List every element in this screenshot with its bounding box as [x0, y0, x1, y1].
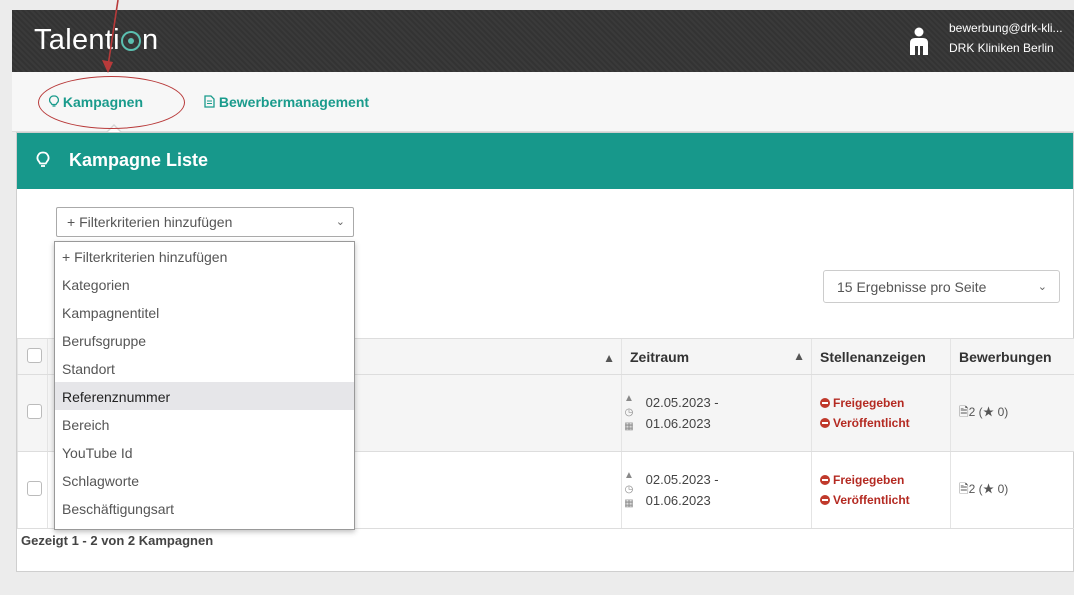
row-checkbox[interactable]: [27, 404, 42, 419]
minus-circle-icon: [820, 475, 830, 485]
filter-criteria-dropdown: + Filterkriterien hinzufügen Kategorien …: [54, 241, 355, 530]
period-cell: ▲ ◷ ▦ 02.05.2023 - 01.06.2023: [621, 374, 812, 452]
row-select-cell: [17, 451, 48, 529]
row-select-cell: [17, 374, 48, 452]
status-released[interactable]: Freigegeben: [820, 470, 950, 490]
period-header-label: Zeitraum: [630, 348, 690, 365]
period-dates: 02.05.2023 - 01.06.2023: [646, 469, 719, 511]
results-per-page-select[interactable]: 15 Ergebnisse pro Seite ⌄: [823, 270, 1060, 303]
status-published[interactable]: Veröffentlicht: [820, 413, 950, 433]
period-icons: ▲ ◷ ▦: [624, 470, 634, 509]
period-cell: ▲ ◷ ▦ 02.05.2023 - 01.06.2023: [621, 451, 812, 529]
applications-cell[interactable]: 🗎2 (★ 0): [950, 451, 1074, 529]
star-count: 0: [997, 404, 1005, 419]
results-per-page-value: 15 Ergebnisse pro Seite: [837, 279, 987, 295]
dropdown-option-highlighted[interactable]: Referenznummer: [55, 382, 354, 410]
application-count: 2: [968, 481, 976, 496]
dropdown-option[interactable]: Schlagworte: [55, 466, 354, 494]
dropdown-option[interactable]: Bereich: [55, 410, 354, 438]
dropdown-option[interactable]: Berufsgruppe: [55, 326, 354, 354]
dropdown-option[interactable]: Kategorien: [55, 270, 354, 298]
dropdown-option[interactable]: Standort: [55, 354, 354, 382]
filter-select-value: + Filterkriterien hinzufügen: [67, 214, 233, 230]
dropdown-option[interactable]: + Filterkriterien hinzufügen: [55, 242, 354, 270]
status-published[interactable]: Veröffentlicht: [820, 490, 950, 510]
minus-circle-icon: [820, 418, 830, 428]
period-icons: ▲ ◷ ▦: [624, 393, 634, 432]
period-column-header[interactable]: Zeitraum ▲: [621, 338, 812, 375]
select-all-cell: [17, 338, 48, 375]
ads-cell: Freigegeben Veröffentlicht: [811, 374, 951, 452]
nav-applicant-management[interactable]: Bewerbermanagement: [204, 94, 369, 110]
chevron-down-icon: ⌄: [335, 216, 345, 228]
minus-circle-icon: [820, 398, 830, 408]
filter-criteria-select[interactable]: + Filterkriterien hinzufügen ⌄: [56, 207, 354, 237]
dropdown-option[interactable]: YouTube Id: [55, 438, 354, 466]
ads-cell: Freigegeben Veröffentlicht: [811, 451, 951, 529]
row-checkbox[interactable]: [27, 481, 42, 496]
date-to: 01.06.2023: [645, 416, 711, 431]
applications-column-header[interactable]: Bewerbungen: [950, 338, 1074, 375]
date-to: 01.06.2023: [645, 493, 711, 508]
user-organization[interactable]: DRK Kliniken Berlin: [949, 41, 1054, 55]
date-from: 02.05.2023 -: [645, 472, 719, 487]
select-all-checkbox[interactable]: [27, 347, 42, 363]
applications-cell[interactable]: 🗎2 (★ 0): [950, 374, 1074, 452]
application-count: 2: [968, 404, 976, 419]
minus-circle-icon: [820, 495, 830, 505]
top-bar: Talenti n bewerbung@drk-kli... DRK Klinik…: [12, 10, 1074, 72]
panel-title: Kampagne Liste: [69, 150, 209, 170]
date-from: 02.05.2023 -: [645, 395, 719, 410]
star-count: 0: [997, 481, 1005, 496]
sort-icon[interactable]: ▲: [793, 349, 805, 363]
dropdown-option[interactable]: Kampagnentitel: [55, 298, 354, 326]
dropdown-option[interactable]: Beschäftigungsart: [55, 494, 354, 522]
status-released-label: Freigegeben: [833, 396, 905, 410]
chevron-down-icon: ⌄: [1037, 281, 1047, 293]
annotation-arrow: [102, 0, 119, 73]
status-released-label: Freigegeben: [833, 473, 905, 487]
panel-header: Kampagne Liste: [17, 133, 1073, 189]
document-icon: 🗎: [959, 404, 969, 419]
document-icon: 🗎: [959, 481, 969, 496]
ads-column-header[interactable]: Stellenanzeigen: [811, 338, 951, 375]
user-email[interactable]: bewerbung@drk-kli...: [949, 21, 1063, 35]
star-icon: ★: [982, 404, 995, 419]
user-icon[interactable]: [908, 27, 930, 55]
lightbulb-icon: [36, 151, 50, 167]
status-published-label: Veröffentlicht: [833, 416, 910, 430]
star-icon: ★: [982, 481, 995, 496]
status-released[interactable]: Freigegeben: [820, 393, 950, 413]
annotation-ellipse: [38, 76, 185, 129]
sort-icon[interactable]: ▲︎: [603, 351, 615, 365]
document-icon: [204, 95, 215, 108]
period-dates: 02.05.2023 - 01.06.2023: [646, 392, 719, 434]
nav-applicant-management-label: Bewerbermanagement: [218, 94, 370, 110]
status-published-label: Veröffentlicht: [833, 493, 910, 507]
